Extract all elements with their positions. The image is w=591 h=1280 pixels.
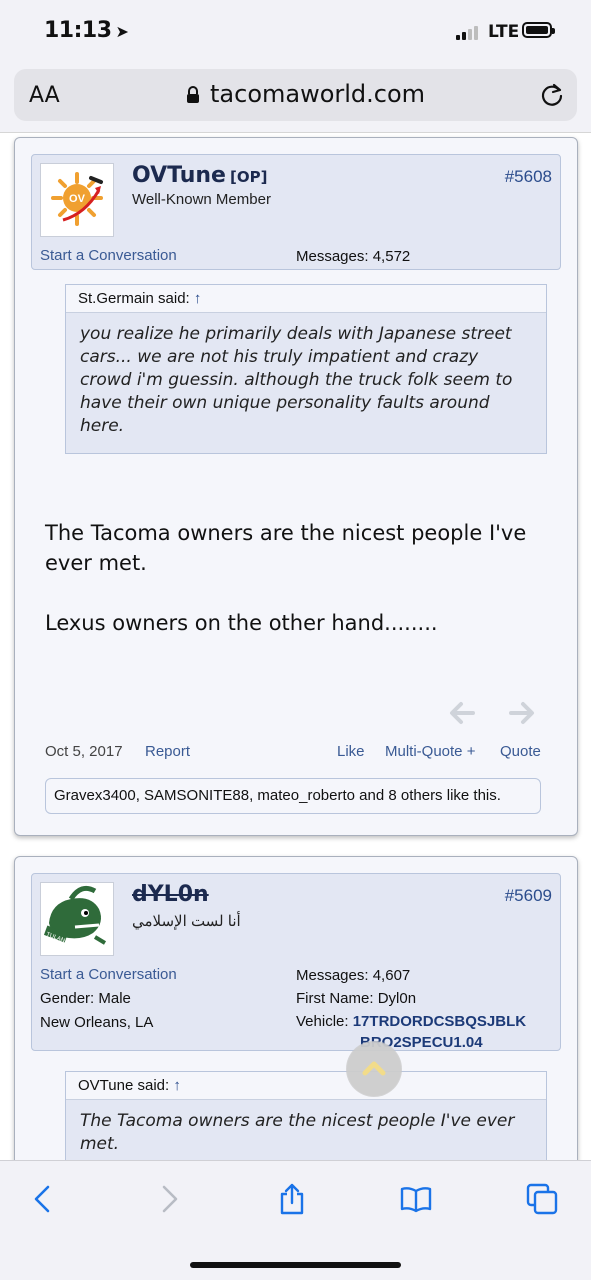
scroll-top-icon[interactable]	[346, 1041, 402, 1097]
share-icon[interactable]	[276, 1183, 308, 1215]
username-text[interactable]: dYL0n	[132, 882, 209, 907]
start-conversation-link[interactable]: Start a Conversation	[40, 247, 177, 264]
messages-label: Messages:	[296, 967, 369, 984]
quote-block: St.Germain said: ↑ you realize he primar…	[65, 284, 547, 454]
post-navigation	[450, 702, 534, 724]
quote-text: The Tacoma owners are the nicest people …	[80, 1111, 515, 1154]
message-paragraph: Lexus owners on the other hand........	[45, 611, 438, 635]
messages-value: 4,607	[372, 967, 411, 984]
time-text: 11:13	[44, 18, 112, 43]
forward-icon[interactable]	[152, 1183, 184, 1215]
battery-icon	[522, 22, 555, 38]
likes-and: and	[359, 787, 385, 804]
likes-users[interactable]: Gravex3400, SAMSONITE88, mateo_roberto	[54, 787, 355, 804]
quote-author: OVTune said:	[78, 1077, 170, 1094]
likes-summary: Gravex3400, SAMSONITE88, mateo_roberto a…	[45, 778, 541, 814]
user-info-box: OV OVTune [OP] Well-Known Member #5608 St…	[31, 154, 561, 270]
status-bar: 11:13 ➤ LTE	[0, 0, 591, 64]
username[interactable]: OVTune [OP]	[132, 163, 267, 188]
vehicle-label: Vehicle:	[296, 1013, 349, 1030]
forum-post: OV OVTune [OP] Well-Known Member #5608 St…	[14, 137, 578, 836]
gender-value: Male	[98, 990, 131, 1007]
likes-others-link[interactable]: 8 others	[388, 787, 442, 804]
lock-icon	[187, 86, 199, 103]
text-size-button[interactable]: AA	[29, 83, 60, 108]
avatar[interactable]: OV	[40, 163, 114, 237]
prev-post-icon[interactable]	[450, 702, 475, 724]
quote-link[interactable]: Quote	[500, 743, 541, 760]
quote-header: OVTune said: ↑	[66, 1072, 546, 1100]
report-link[interactable]: Report	[145, 743, 190, 760]
gender-field: Gender: Male	[40, 990, 131, 1007]
messages-count: Messages: 4,572	[296, 248, 410, 265]
svg-text:OV: OV	[69, 193, 86, 205]
messages-label: Messages:	[296, 248, 369, 265]
quote-header: St.Germain said: ↑	[66, 285, 546, 313]
likes-suffix: like this.	[446, 787, 501, 804]
next-post-icon[interactable]	[509, 702, 534, 724]
user-info-box: TULANE dYL0n أنا لست الإسلامي #5609 Star…	[31, 873, 561, 1051]
home-indicator[interactable]	[190, 1262, 401, 1268]
op-badge: [OP]	[229, 168, 268, 186]
reload-icon[interactable]	[539, 82, 565, 108]
location-field: New Orleans, LA	[40, 1014, 154, 1031]
like-link[interactable]: Like	[337, 743, 365, 760]
post-date[interactable]: Oct 5, 2017	[45, 743, 123, 760]
text-size-label: AA	[29, 83, 60, 108]
quote-block: OVTune said: ↑ The Tacoma owners are the…	[65, 1071, 547, 1161]
signal-icon	[456, 24, 478, 40]
start-conversation-link[interactable]: Start a Conversation	[40, 966, 177, 983]
message-paragraph: The Tacoma owners are the nicest people …	[45, 521, 527, 575]
user-title: Well-Known Member	[132, 191, 271, 208]
messages-value: 4,572	[372, 248, 411, 265]
network-type: LTE	[488, 22, 520, 42]
first-name-field: First Name: Dyl0n	[296, 990, 416, 1007]
bookmarks-icon[interactable]	[400, 1183, 432, 1215]
tabs-icon[interactable]	[526, 1183, 558, 1215]
gender-label: Gender:	[40, 990, 95, 1007]
status-time: 11:13 ➤	[44, 18, 129, 43]
messages-count: Messages: 4,607	[296, 967, 410, 984]
first-name-value: Dyl0n	[377, 990, 417, 1007]
multi-quote-link[interactable]: Multi-Quote +	[385, 743, 475, 760]
avatar[interactable]: TULANE	[40, 882, 114, 956]
vehicle-value: 17TRDORDCSBQSJBLK	[352, 1013, 527, 1030]
quote-text: you realize he primarily deals with Japa…	[80, 324, 513, 436]
post-number-link[interactable]: #5609	[505, 886, 552, 906]
location-arrow-icon: ➤	[115, 22, 129, 41]
web-page[interactable]: OV OVTune [OP] Well-Known Member #5608 St…	[0, 132, 591, 1161]
forum-post: TULANE dYL0n أنا لست الإسلامي #5609 Star…	[14, 856, 578, 1161]
user-title: أنا لست الإسلامي	[132, 913, 241, 930]
first-name-label: First Name:	[296, 990, 374, 1007]
back-icon[interactable]	[28, 1183, 60, 1215]
post-number-link[interactable]: #5608	[505, 167, 552, 187]
url-domain[interactable]: tacomaworld.com	[210, 80, 425, 108]
address-bar[interactable]: AA tacomaworld.com	[14, 69, 577, 121]
vehicle-field: Vehicle: 17TRDORDCSBQSJBLK	[296, 1013, 526, 1030]
quote-source-link[interactable]: ↑	[194, 290, 202, 307]
quote-source-link[interactable]: ↑	[173, 1077, 181, 1094]
quote-author: St.Germain said:	[78, 290, 190, 307]
username-text[interactable]: OVTune	[132, 163, 226, 188]
username[interactable]: dYL0n	[132, 882, 209, 907]
